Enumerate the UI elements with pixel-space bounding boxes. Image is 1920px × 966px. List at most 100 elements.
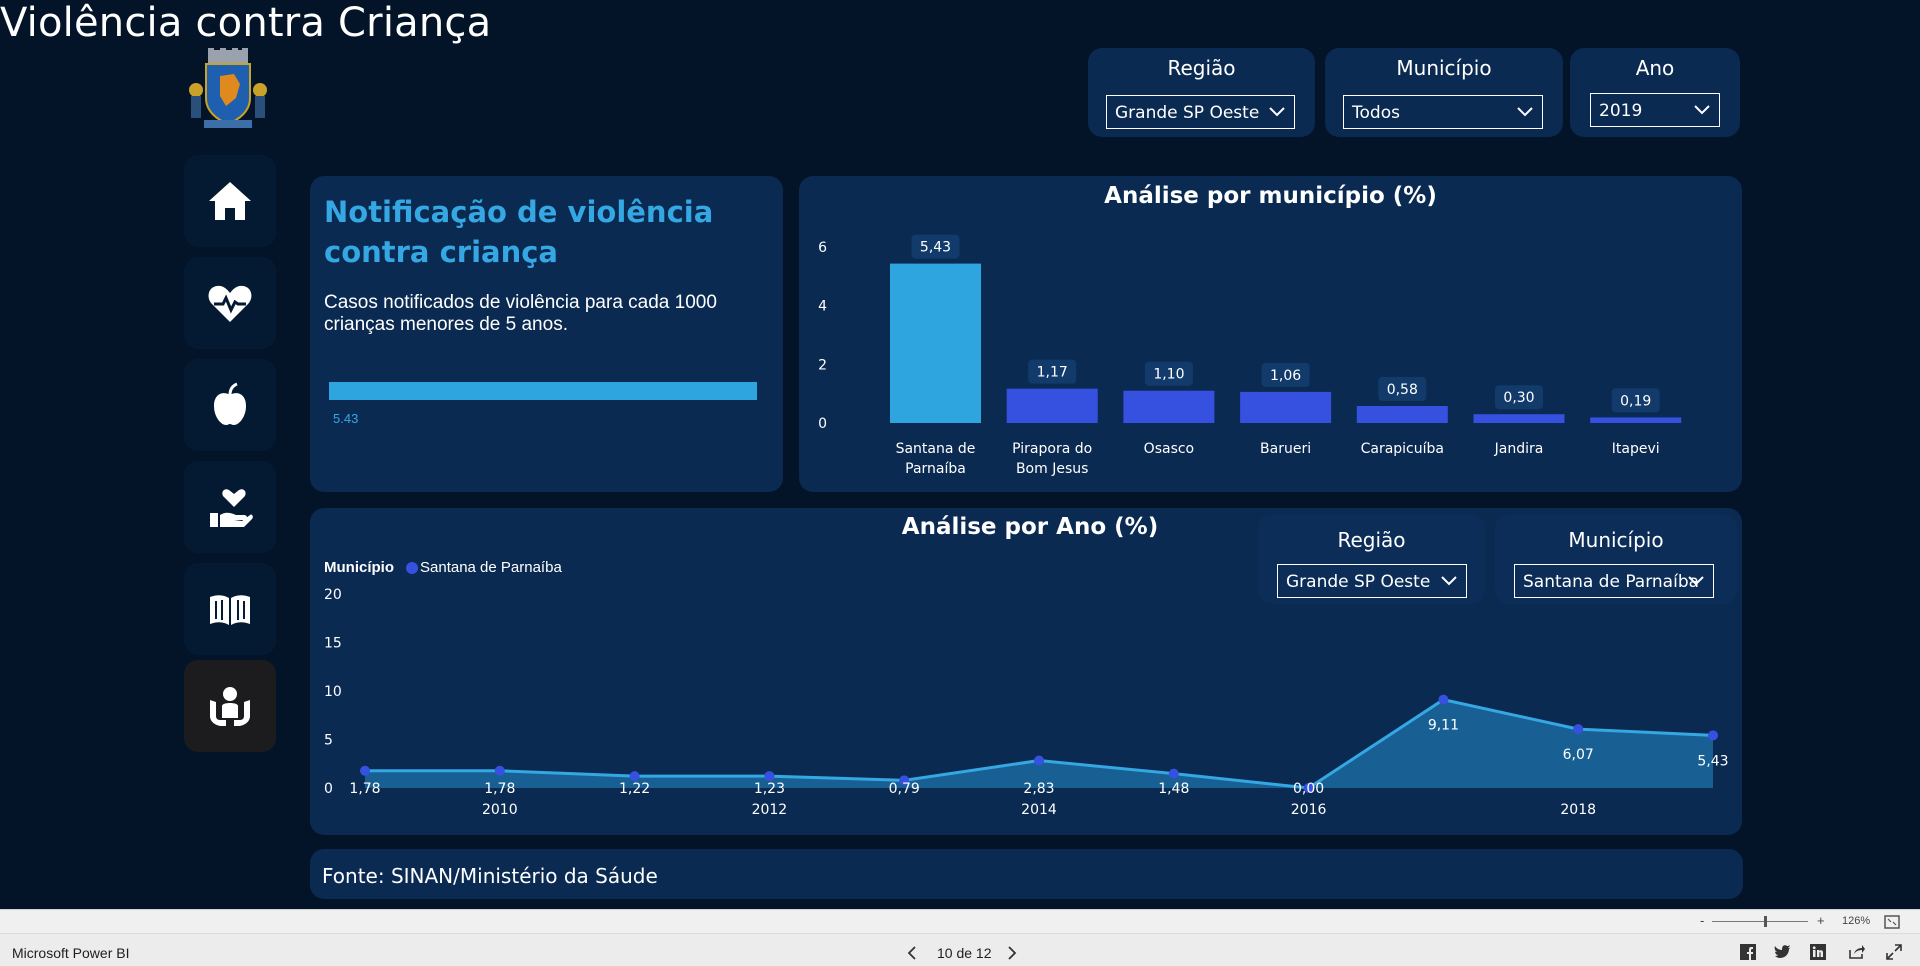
data-label: 1,17 <box>1037 365 1068 381</box>
share-icon[interactable] <box>1848 944 1866 960</box>
data-point[interactable] <box>764 771 775 782</box>
x-tick-label: 2012 <box>752 802 788 818</box>
x-tick-label: Bom Jesus <box>1016 461 1088 477</box>
twitter-icon[interactable] <box>1774 945 1792 960</box>
kpi-title: Notificação de violência contra criança <box>324 195 714 269</box>
status-bar: - + 126% Microsoft Power BI 10 de 12 <box>0 909 1920 966</box>
ano-dropdown-value: 2019 <box>1599 101 1643 121</box>
x-tick-label: 2010 <box>482 802 518 818</box>
source-text: Fonte: SINAN/Ministério da Sáude <box>322 864 658 888</box>
chevron-down-icon <box>1441 576 1457 586</box>
bar[interactable] <box>1123 390 1215 423</box>
data-point[interactable] <box>1168 768 1179 779</box>
next-page-icon[interactable] <box>1006 945 1018 961</box>
region-slicer-label: Região <box>1167 56 1236 80</box>
data-point[interactable] <box>1438 694 1449 705</box>
x-tick-label: Parnaíba <box>905 461 966 477</box>
x-tick-label: Carapicuíba <box>1361 441 1444 457</box>
data-label: 0,00 <box>1293 781 1324 797</box>
x-tick-label: Pirapora do <box>1012 441 1092 457</box>
data-point[interactable] <box>360 765 370 776</box>
municipio-dropdown[interactable]: Todos <box>1343 95 1543 129</box>
kpi-description: Casos notificados de violência para cada… <box>324 292 717 335</box>
bar[interactable] <box>1356 405 1448 423</box>
nav-nutrition-button[interactable] <box>184 359 276 451</box>
nav-health-button[interactable] <box>184 257 276 349</box>
inner-region-dropdown[interactable]: Grande SP Oeste <box>1277 564 1467 598</box>
inner-municipio-dropdown-value: Santana de Parnaíba <box>1523 572 1700 592</box>
nav-home-button[interactable] <box>184 155 276 247</box>
x-tick-label: Santana de <box>896 441 976 457</box>
x-tick-label: Jandira <box>1494 441 1544 457</box>
municipio-slicer: Município Todos <box>1325 48 1563 137</box>
inner-municipio-slicer-label: Município <box>1568 528 1664 552</box>
x-tick-label: Osasco <box>1144 441 1194 457</box>
inner-region-dropdown-value: Grande SP Oeste <box>1286 572 1431 592</box>
zoom-level: 126% <box>1842 915 1871 927</box>
region-dropdown[interactable]: Grande SP Oeste <box>1106 95 1295 129</box>
nav-education-button[interactable] <box>184 563 276 655</box>
kpi-bar <box>329 382 757 400</box>
data-label: 0,30 <box>1503 390 1534 406</box>
data-label: 5,43 <box>1697 753 1728 769</box>
nav-child-protection-button[interactable] <box>184 660 276 752</box>
data-label: 1,10 <box>1153 367 1184 383</box>
region-slicer: Região Grande SP Oeste <box>1088 48 1315 137</box>
chevron-down-icon <box>1694 105 1710 115</box>
x-tick-label: 2016 <box>1291 802 1327 818</box>
y-tick-label: 0 <box>818 416 827 432</box>
chevron-down-icon <box>1517 107 1533 117</box>
x-tick-label: 2018 <box>1560 802 1596 818</box>
y-tick-label: 4 <box>818 299 827 315</box>
linkedin-icon[interactable] <box>1810 944 1826 960</box>
inner-region-slicer: Região Grande SP Oeste <box>1258 514 1485 604</box>
data-point[interactable] <box>629 771 640 782</box>
zoom-slider[interactable] <box>1712 921 1808 922</box>
bar[interactable] <box>1240 391 1332 423</box>
zoom-in-button[interactable]: + <box>1817 913 1825 928</box>
data-label: 0,19 <box>1620 393 1651 409</box>
fullscreen-icon[interactable] <box>1886 944 1902 960</box>
data-label: 9,11 <box>1428 718 1459 734</box>
city-coat-of-arms-logo <box>189 48 267 128</box>
data-label: 0,58 <box>1387 382 1418 398</box>
zoom-out-button[interactable]: - <box>1700 913 1704 928</box>
page-indicator: 10 de 12 <box>937 945 992 961</box>
nav-care-button[interactable] <box>184 461 276 553</box>
ano-slicer: Ano 2019 <box>1570 48 1740 137</box>
heartbeat-icon <box>208 285 252 322</box>
data-point[interactable] <box>1573 724 1584 735</box>
y-tick-label: 15 <box>324 636 342 652</box>
data-label: 1,78 <box>484 781 515 797</box>
facebook-icon[interactable] <box>1740 944 1756 960</box>
y-tick-label: 6 <box>818 240 827 256</box>
x-tick-label: Barueri <box>1260 441 1311 457</box>
bar[interactable] <box>1590 417 1682 423</box>
previous-page-icon[interactable] <box>906 945 918 961</box>
ano-dropdown[interactable]: 2019 <box>1590 93 1720 127</box>
data-label: 1,48 <box>1158 781 1189 797</box>
ano-slicer-label: Ano <box>1635 56 1675 80</box>
zoom-slider-handle[interactable] <box>1764 916 1767 927</box>
zoom-bar: - + 126% <box>0 910 1920 934</box>
y-tick-label: 5 <box>324 733 333 749</box>
data-point[interactable] <box>1708 730 1718 741</box>
municipio-slicer-label: Município <box>1396 56 1492 80</box>
app-name[interactable]: Microsoft Power BI <box>12 945 129 961</box>
bar[interactable] <box>1006 388 1098 423</box>
data-label: 1,22 <box>619 781 650 797</box>
inner-municipio-slicer: Município Santana de Parnaíba <box>1495 514 1737 604</box>
data-label: 1,06 <box>1270 368 1301 384</box>
bar[interactable] <box>1473 414 1565 423</box>
y-tick-label: 0 <box>324 781 333 797</box>
apple-icon <box>214 382 246 425</box>
x-tick-label: Itapevi <box>1612 441 1660 457</box>
data-point[interactable] <box>494 765 505 776</box>
bar[interactable] <box>890 263 981 423</box>
home-icon <box>209 182 251 220</box>
fit-to-page-icon[interactable] <box>1884 915 1900 929</box>
inner-region-slicer-label: Região <box>1337 528 1406 552</box>
data-point[interactable] <box>1034 755 1044 766</box>
page-title: Violência contra Criança <box>0 0 492 46</box>
inner-municipio-dropdown[interactable]: Santana de Parnaíba <box>1514 564 1714 598</box>
